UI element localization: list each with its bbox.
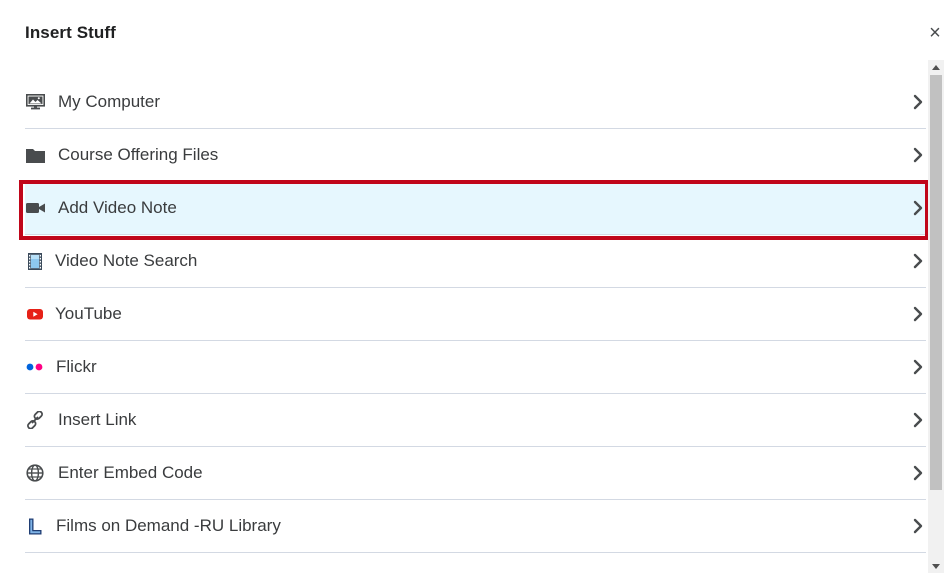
chevron-right-icon <box>912 412 924 428</box>
list-item-my-computer[interactable]: My Computer <box>25 76 926 129</box>
vertical-scrollbar[interactable] <box>928 60 944 573</box>
insert-stuff-dialog: Insert Stuff × My Computer Course Offeri… <box>0 0 946 573</box>
list-item-video-note-search[interactable]: Video Note Search <box>25 235 926 288</box>
link-icon <box>25 411 45 429</box>
scroll-down-arrow-icon[interactable] <box>928 559 944 573</box>
dialog-title: Insert Stuff <box>25 23 116 42</box>
film-icon <box>25 252 45 270</box>
list-item-label: Enter Embed Code <box>58 463 203 482</box>
chevron-right-icon <box>912 200 924 216</box>
chevron-right-icon <box>912 465 924 481</box>
list-item-insert-link[interactable]: Insert Link <box>25 394 926 447</box>
chevron-right-icon <box>912 518 924 534</box>
list-item-youtube[interactable]: YouTube <box>25 288 926 341</box>
chevron-right-icon <box>912 253 924 269</box>
insert-source-list: My Computer Course Offering Files Add Vi… <box>25 76 926 573</box>
list-item-course-offering-files[interactable]: Course Offering Files <box>25 129 926 182</box>
chevron-right-icon <box>912 94 924 110</box>
list-item-label: Add Video Note <box>58 198 177 217</box>
computer-icon <box>25 93 45 111</box>
list-item-add-video-note[interactable]: Add Video Note <box>25 182 926 235</box>
globe-icon <box>25 464 45 482</box>
chevron-right-icon <box>912 306 924 322</box>
video-camera-icon <box>25 199 45 217</box>
scroll-up-arrow-icon[interactable] <box>928 60 944 74</box>
folder-icon <box>25 146 45 164</box>
list-item-label: Course Offering Files <box>58 145 219 164</box>
chevron-right-icon <box>912 359 924 375</box>
chevron-right-icon <box>912 147 924 163</box>
list-item-label: Flickr <box>56 357 97 376</box>
list-item-label: Films on Demand -RU Library <box>56 516 281 535</box>
flickr-icon <box>25 358 45 376</box>
list-item-enter-embed-code[interactable]: Enter Embed Code <box>25 447 926 500</box>
youtube-icon <box>25 305 45 323</box>
close-icon[interactable]: × <box>927 23 943 43</box>
list-item-label: Video Note Search <box>55 251 198 270</box>
list-item-flickr[interactable]: Flickr <box>25 341 926 394</box>
list-item-label: YouTube <box>55 304 122 323</box>
films-on-demand-icon <box>25 517 45 535</box>
scrollbar-thumb[interactable] <box>930 75 942 490</box>
list-item-films-on-demand[interactable]: Films on Demand -RU Library <box>25 500 926 553</box>
list-item-label: My Computer <box>58 92 161 111</box>
list-item-label: Insert Link <box>58 410 137 429</box>
